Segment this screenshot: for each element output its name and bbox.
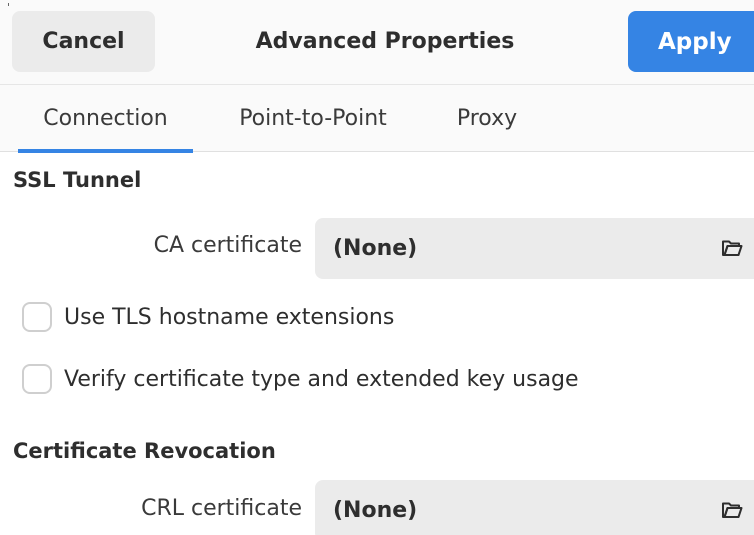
tab-proxy[interactable]: Proxy [433,85,541,151]
crl-certificate-value: (None) [333,498,418,523]
use-tls-hostname-label[interactable]: Use TLS hostname extensions [64,305,394,330]
header-bar: Cancel Advanced Properties Apply [0,0,754,84]
verify-cert-type-checkbox[interactable] [22,364,52,394]
folder-open-icon [722,240,743,256]
crl-certificate-label: CRL certificate [141,496,302,521]
tab-point-to-point[interactable]: Point-to-Point [213,85,413,151]
folder-open-icon [722,502,743,518]
dialog-title: Advanced Properties [255,29,515,54]
certificate-revocation-heading: Certificate Revocation [13,439,276,463]
tab-bar: Connection Point-to-Point Proxy [0,84,754,153]
ca-certificate-chooser[interactable]: (None) [315,218,754,279]
verify-cert-type-label[interactable]: Verify certificate type and extended key… [64,367,579,392]
tab-connection[interactable]: Connection [18,85,193,153]
corner-mark [8,3,9,6]
apply-button[interactable]: Apply [628,11,754,72]
ca-certificate-label: CA certificate [153,233,302,258]
crl-certificate-chooser[interactable]: (None) [315,480,754,535]
ssl-tunnel-heading: SSL Tunnel [13,168,142,192]
verify-cert-type-row: Verify certificate type and extended key… [22,364,579,394]
ca-certificate-value: (None) [333,236,418,261]
use-tls-hostname-checkbox[interactable] [22,302,52,332]
advanced-properties-dialog: Cancel Advanced Properties Apply Connect… [0,0,754,535]
cancel-button[interactable]: Cancel [12,11,155,72]
use-tls-hostname-row: Use TLS hostname extensions [22,302,394,332]
